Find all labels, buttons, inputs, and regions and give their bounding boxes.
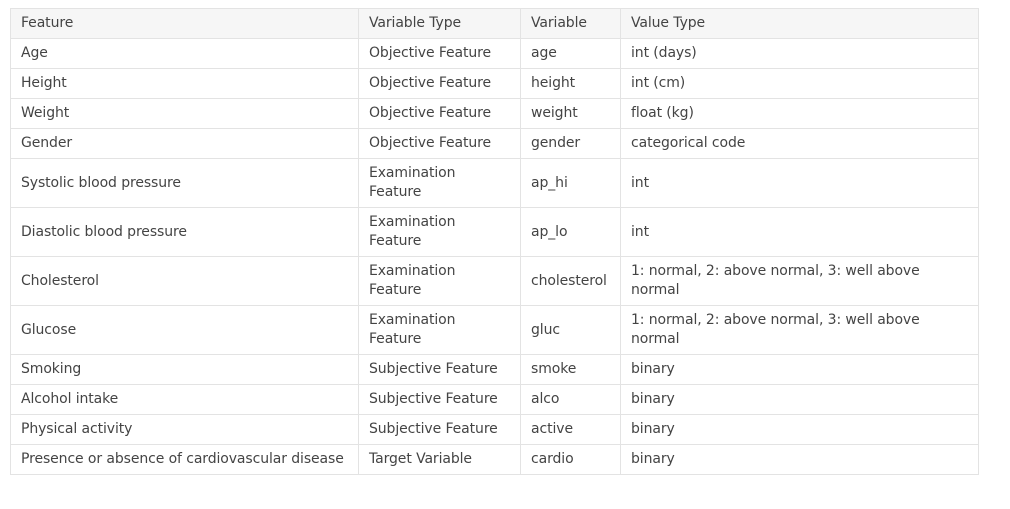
cell-variable: cardio [520, 444, 621, 475]
cell-value-type: int (cm) [620, 68, 979, 99]
table-row: Cholesterol Examination Feature cholestero… [10, 256, 979, 306]
cell-variable-type: Target Variable [358, 444, 521, 475]
cell-variable: cholesterol [520, 256, 621, 306]
table-row: Glucose Examination Feature gluc 1: normal,… [10, 305, 979, 355]
cell-value-type: int (days) [620, 38, 979, 69]
cell-variable: ap_lo [520, 207, 621, 257]
cell-variable-type: Objective Feature [358, 38, 521, 69]
header-variable: Variable [520, 8, 621, 39]
table-row: Alcohol intake Subjective Feature alco bina… [10, 384, 979, 415]
header-variable-type: Variable Type [358, 8, 521, 39]
cell-variable: age [520, 38, 621, 69]
table-header: Feature Variable Type Variable Value Typ… [10, 8, 979, 39]
cell-variable: height [520, 68, 621, 99]
cell-feature: Cholesterol [10, 256, 359, 306]
cell-variable-type: Objective Feature [358, 128, 521, 159]
feature-table: Feature Variable Type Variable Value Typ… [10, 8, 979, 475]
cell-feature: Weight [10, 98, 359, 129]
header-row: Feature Variable Type Variable Value Typ… [10, 8, 979, 39]
table-row: Age Objective Feature age int (days) [10, 38, 979, 69]
cell-value-type: binary [620, 414, 979, 445]
table-row: Diastolic blood pressure Examination Feat… [10, 207, 979, 257]
cell-variable: ap_hi [520, 158, 621, 208]
cell-feature: Diastolic blood pressure [10, 207, 359, 257]
table-row: Height Objective Feature height int (cm) [10, 68, 979, 99]
cell-variable-type: Subjective Feature [358, 384, 521, 415]
cell-feature: Age [10, 38, 359, 69]
cell-variable-type: Examination Feature [358, 158, 521, 208]
feature-table-container: Feature Variable Type Variable Value Typ… [10, 8, 979, 475]
table-row: Weight Objective Feature weight float (kg) [10, 98, 979, 129]
cell-value-type: int [620, 207, 979, 257]
cell-variable: gender [520, 128, 621, 159]
table-row: Physical activity Subjective Feature activ… [10, 414, 979, 445]
cell-variable: weight [520, 98, 621, 129]
cell-value-type: 1: normal, 2: above normal, 3: well abov… [620, 305, 979, 355]
cell-variable-type: Subjective Feature [358, 414, 521, 445]
cell-value-type: float (kg) [620, 98, 979, 129]
header-feature: Feature [10, 8, 359, 39]
table-row: Gender Objective Feature gender categorical… [10, 128, 979, 159]
cell-feature: Presence or absence of cardiovascular di… [10, 444, 359, 475]
cell-variable: smoke [520, 354, 621, 385]
cell-variable-type: Objective Feature [358, 98, 521, 129]
cell-variable-type: Examination Feature [358, 256, 521, 306]
cell-value-type: 1: normal, 2: above normal, 3: well abov… [620, 256, 979, 306]
cell-feature: Alcohol intake [10, 384, 359, 415]
cell-variable: gluc [520, 305, 621, 355]
cell-feature: Height [10, 68, 359, 99]
cell-feature: Physical activity [10, 414, 359, 445]
cell-feature: Gender [10, 128, 359, 159]
cell-variable: alco [520, 384, 621, 415]
cell-variable-type: Examination Feature [358, 207, 521, 257]
table-row: Smoking Subjective Feature smoke binary [10, 354, 979, 385]
cell-feature: Smoking [10, 354, 359, 385]
cell-variable: active [520, 414, 621, 445]
cell-variable-type: Objective Feature [358, 68, 521, 99]
cell-value-type: binary [620, 354, 979, 385]
cell-value-type: categorical code [620, 128, 979, 159]
cell-variable-type: Examination Feature [358, 305, 521, 355]
cell-feature: Glucose [10, 305, 359, 355]
cell-value-type: binary [620, 444, 979, 475]
cell-feature: Systolic blood pressure [10, 158, 359, 208]
table-body: Age Objective Feature age int (days) Height O… [10, 38, 979, 475]
table-row: Presence or absence of cardiovascular di… [10, 444, 979, 475]
table-row: Systolic blood pressure Examination Featu… [10, 158, 979, 208]
cell-variable-type: Subjective Feature [358, 354, 521, 385]
cell-value-type: binary [620, 384, 979, 415]
cell-value-type: int [620, 158, 979, 208]
header-value-type: Value Type [620, 8, 979, 39]
